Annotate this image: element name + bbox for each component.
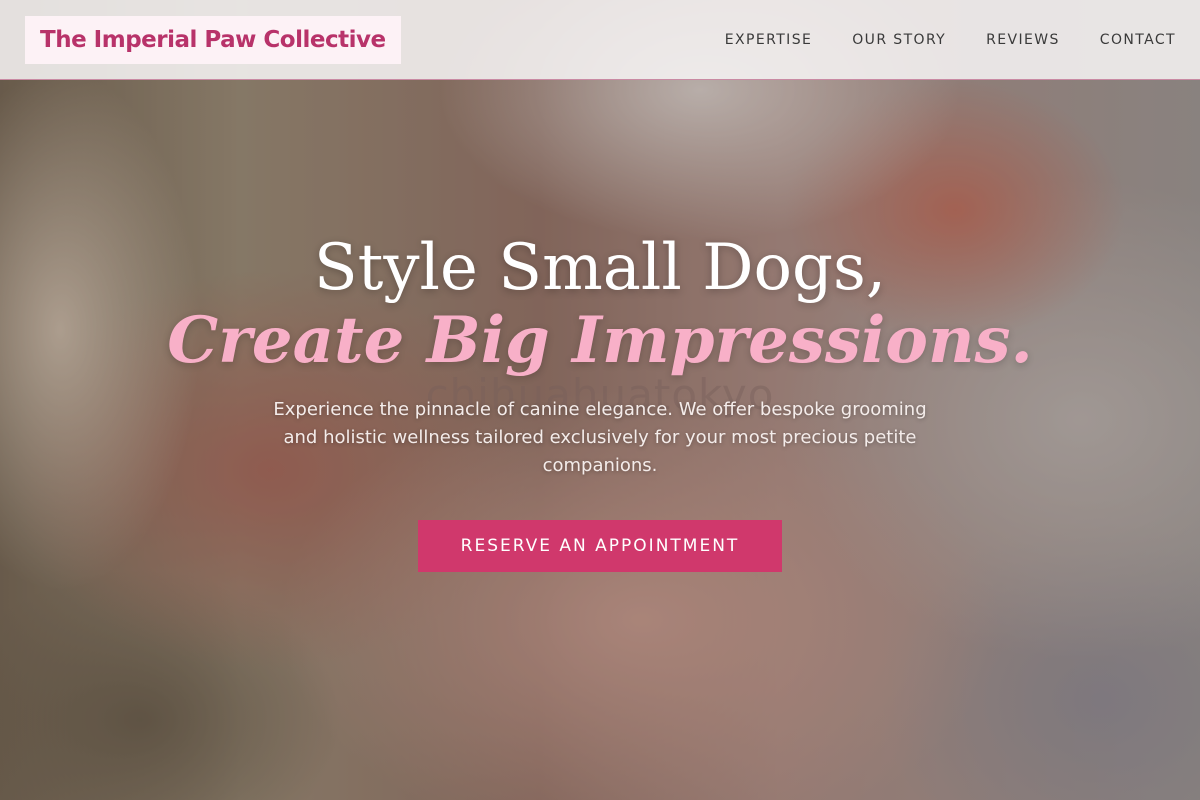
hero-subtext: Experience the pinnacle of canine elegan…: [273, 399, 927, 476]
nav-link-contact[interactable]: CONTACT: [1100, 32, 1176, 48]
reserve-appointment-button[interactable]: RESERVE AN APPOINTMENT: [418, 520, 782, 572]
site-header: The Imperial Paw Collective EXPERTISE OU…: [0, 0, 1200, 80]
hero-section: Style Small Dogs, Create Big Impressions…: [0, 230, 1200, 376]
hero-headline-line2: Create Big Impressions.: [167, 303, 1033, 378]
nav-link-our-story[interactable]: OUR STORY: [852, 32, 946, 48]
nav-link-reviews[interactable]: REVIEWS: [986, 32, 1060, 48]
main-nav: EXPERTISE OUR STORY REVIEWS CONTACT: [725, 32, 1176, 48]
brand-logo-link[interactable]: The Imperial Paw Collective: [25, 15, 401, 64]
hero-headline-line1: Style Small Dogs,: [313, 231, 887, 305]
nav-link-expertise[interactable]: EXPERTISE: [725, 32, 812, 48]
